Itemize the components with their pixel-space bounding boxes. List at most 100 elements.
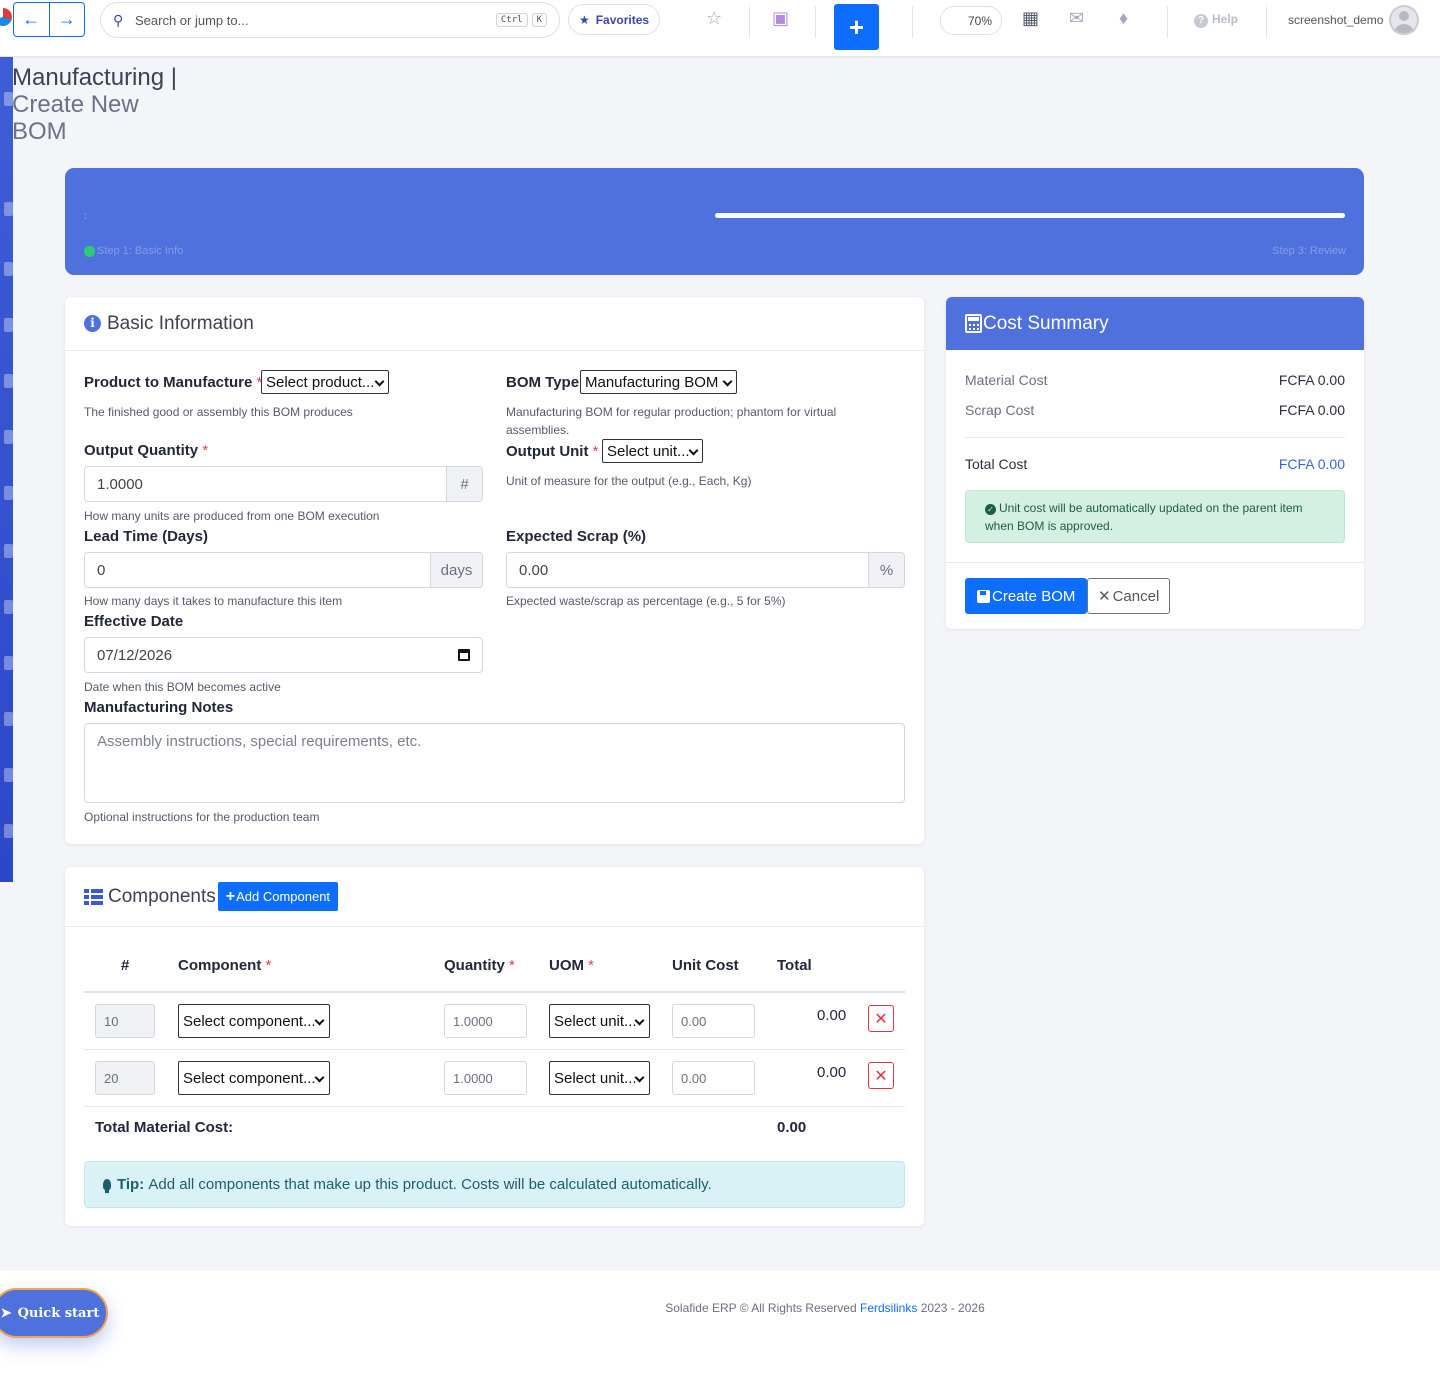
col-header-component: Component *: [178, 957, 271, 974]
label-text: Output Unit: [506, 443, 589, 460]
basic-info-card: i Basic Information Product to Manufactu…: [65, 297, 924, 844]
lead-time-label: Lead Time (Days): [84, 528, 208, 545]
favorites-button[interactable]: ★ Favorites: [568, 4, 660, 35]
sidebar-icon[interactable]: [4, 318, 13, 332]
shortcut-key-ctrl: Ctrl: [495, 13, 528, 27]
search-bar[interactable]: ⚲ Ctrl K: [100, 2, 560, 38]
sidebar-icon[interactable]: [4, 600, 13, 614]
required-mark: *: [265, 957, 272, 974]
question-icon: ?: [1194, 14, 1208, 28]
row-seq[interactable]: 10: [95, 1004, 155, 1038]
bell-icon[interactable]: ♦: [1119, 8, 1128, 29]
rocket-icon: ➤: [0, 1305, 12, 1321]
step-review[interactable]: Step 3: Review: [1272, 245, 1346, 257]
card-header: i Basic Information: [65, 297, 924, 351]
material-cost-value: FCFA 0.00: [1278, 372, 1345, 388]
sidebar-icon[interactable]: [4, 486, 13, 500]
help-label: Help: [1212, 12, 1239, 26]
company-link[interactable]: Ferdsilinks: [860, 1301, 917, 1315]
step-basic-info[interactable]: Step 1: Basic Info: [84, 245, 183, 257]
sidebar-icon[interactable]: [4, 768, 13, 782]
add-component-button[interactable]: + Add Component: [217, 882, 339, 911]
effective-date-input[interactable]: 07/12/2026: [84, 637, 483, 673]
row-seq[interactable]: 20: [95, 1061, 155, 1095]
close-icon: ✕: [1098, 588, 1111, 605]
plus-icon: +: [225, 887, 236, 905]
scrap-input[interactable]: 0.00: [506, 552, 869, 588]
quantity-input[interactable]: 1.0000: [444, 1004, 527, 1038]
cancel-button[interactable]: ✕ Cancel: [1087, 578, 1171, 614]
days-addon: days: [431, 552, 483, 588]
sidebar-icon[interactable]: [4, 202, 13, 216]
wizard-stepper: : Step 1: Basic Info Step 3: Review: [65, 168, 1364, 275]
close-icon: ✕: [874, 1010, 888, 1028]
divider: [1266, 6, 1267, 38]
effective-date-label: Effective Date: [84, 613, 184, 630]
divider: [912, 6, 913, 38]
button-label: Cancel: [1112, 587, 1160, 605]
robot-icon[interactable]: ▣: [772, 8, 789, 29]
star-outline-icon[interactable]: ☆: [706, 8, 722, 29]
zoom-level[interactable]: 70%: [940, 6, 1002, 35]
progress-track: [715, 213, 1345, 218]
uom-select[interactable]: Select unit...: [549, 1061, 650, 1095]
uom-select[interactable]: Select unit...: [549, 1004, 650, 1038]
required-mark: *: [202, 442, 209, 459]
component-select[interactable]: Select component...: [178, 1004, 330, 1038]
user-avatar-icon[interactable]: [1389, 5, 1419, 35]
sidebar-icon[interactable]: [4, 262, 13, 276]
save-icon: [977, 589, 990, 603]
bom-type-select[interactable]: Manufacturing BOM: [580, 370, 737, 394]
back-arrow-icon[interactable]: ←: [14, 3, 49, 36]
col-header-unit-cost: Unit Cost: [672, 957, 739, 974]
help-link[interactable]: ? Help: [1194, 12, 1238, 28]
sidebar-icon[interactable]: [4, 374, 13, 388]
button-label: Create BOM: [992, 587, 1076, 605]
scrap-help: Expected waste/scrap as percentage (e.g.…: [506, 594, 786, 608]
calendar-icon[interactable]: ▦: [1022, 8, 1039, 29]
hash-addon: #: [447, 466, 483, 502]
tip-alert: Tip: Add all components that make up thi…: [84, 1161, 905, 1208]
unit-cost-input[interactable]: 0.00: [672, 1061, 755, 1095]
col-header-quantity: Quantity *: [444, 957, 515, 974]
lightbulb-icon: [103, 1179, 111, 1193]
create-bom-button[interactable]: Create BOM: [965, 578, 1088, 614]
total-cost-value: FCFA 0.00: [1278, 456, 1345, 472]
history-nav: ← →: [13, 2, 85, 37]
sidebar-icon[interactable]: [4, 430, 13, 444]
chat-icon[interactable]: ✉: [1069, 8, 1084, 29]
output-unit-select[interactable]: Select unit...: [602, 439, 703, 463]
copyright-text: Solafide ERP © All Rights Reserved: [665, 1301, 857, 1315]
step-marker: :: [84, 211, 87, 222]
username[interactable]: screenshot_demo: [1288, 13, 1383, 27]
remove-row-button[interactable]: ✕: [868, 1005, 894, 1032]
notes-textarea[interactable]: Assembly instructions, special requireme…: [84, 723, 905, 803]
unit-cost-input[interactable]: 0.00: [672, 1004, 755, 1038]
product-select[interactable]: Select product...: [261, 370, 389, 394]
calculator-icon: [965, 314, 982, 333]
remove-row-button[interactable]: ✕: [868, 1062, 894, 1089]
total-cost-label: Total Cost: [965, 456, 1028, 472]
component-select[interactable]: Select component...: [178, 1061, 330, 1095]
components-card: Components + Add Component # Component *…: [65, 867, 924, 1226]
quick-create-button[interactable]: +: [834, 4, 879, 50]
forward-arrow-icon[interactable]: →: [48, 3, 85, 36]
percent-addon: %: [869, 552, 905, 588]
calendar-picker-icon[interactable]: [458, 649, 470, 661]
quick-start-button[interactable]: ➤ Quick start: [0, 1288, 108, 1338]
lead-time-input[interactable]: 0: [84, 552, 431, 588]
row-divider: [84, 1106, 905, 1107]
sidebar-icon[interactable]: [4, 824, 13, 838]
quantity-input[interactable]: 1.0000: [444, 1061, 527, 1095]
product-help: The finished good or assembly this BOM p…: [84, 405, 353, 419]
sidebar-icon[interactable]: [4, 712, 13, 726]
output-qty-input[interactable]: 1.0000: [84, 466, 447, 502]
header-text: Component: [178, 957, 262, 974]
info-icon: i: [84, 315, 101, 332]
search-input[interactable]: [135, 12, 492, 28]
top-navbar: ← → ⚲ Ctrl K ★ Favorites ☆ ▣ + 70% ▦ ✉ ♦…: [0, 0, 1440, 57]
list-icon: [84, 888, 103, 905]
step-label: Step 1: Basic Info: [97, 245, 184, 257]
sidebar-icon[interactable]: [4, 656, 13, 670]
sidebar-icon[interactable]: [4, 544, 13, 558]
